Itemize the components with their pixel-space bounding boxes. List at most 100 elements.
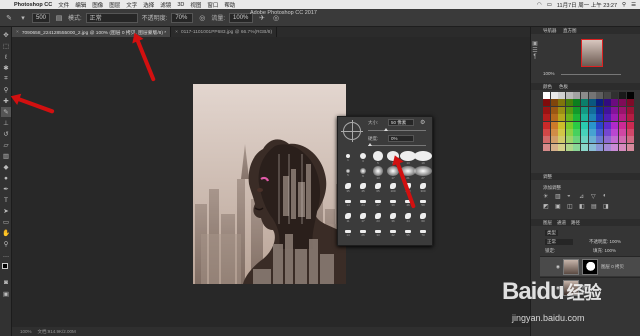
layer-row[interactable]: ◉ 图层 0: [540, 277, 640, 297]
document-canvas-image[interactable]: [193, 84, 346, 284]
menu-view[interactable]: 视图: [190, 1, 201, 9]
color-swatch[interactable]: [543, 114, 550, 122]
brush-preset[interactable]: 100: [386, 181, 400, 195]
brush-preset[interactable]: 23: [371, 211, 385, 225]
shape-tool-icon[interactable]: ▭: [1, 217, 11, 227]
brush-panel-toggle-icon[interactable]: ▤: [54, 13, 64, 23]
history-icon[interactable]: ▣: [530, 40, 540, 47]
status-zoom[interactable]: 100%: [20, 329, 32, 334]
tab-layers[interactable]: 图层: [543, 220, 552, 226]
color-swatch[interactable]: [558, 114, 566, 122]
color-swatch[interactable]: [581, 92, 588, 99]
settings-gear-icon[interactable]: ⚙: [420, 119, 425, 126]
color-swatch[interactable]: [619, 121, 626, 129]
brush-angle-preview[interactable]: [341, 120, 363, 142]
color-swatch[interactable]: [596, 129, 604, 136]
adjustment-icon[interactable]: ▣: [555, 203, 561, 210]
color-swatch[interactable]: [611, 143, 619, 151]
color-swatch[interactable]: [573, 114, 581, 122]
color-swatch[interactable]: [619, 106, 626, 114]
color-swatch[interactable]: [543, 129, 550, 136]
color-swatch[interactable]: [626, 106, 634, 114]
color-swatch[interactable]: [619, 143, 626, 151]
color-swatch[interactable]: [565, 136, 573, 144]
brush-preset[interactable]: 13: [371, 166, 385, 180]
color-swatch[interactable]: [626, 136, 634, 144]
color-swatch[interactable]: [543, 121, 550, 129]
color-swatch[interactable]: [573, 129, 581, 136]
color-swatch[interactable]: [611, 92, 619, 99]
color-swatch[interactable]: [626, 129, 634, 136]
color-swatch[interactable]: [543, 106, 550, 114]
tab-doc-1[interactable]: × 7090658_224128555000_2.jpg @ 100% (图层 0…: [12, 27, 172, 37]
menu-select[interactable]: 选择: [143, 1, 154, 9]
mode-select[interactable]: 正常: [85, 12, 138, 23]
adjustment-icon[interactable]: ◨: [603, 203, 609, 210]
navigator-zoom[interactable]: 100%: [543, 71, 555, 76]
tab-adjustments[interactable]: 调整: [543, 174, 552, 180]
tab-navigator[interactable]: 导航器: [543, 28, 557, 34]
tab-swatches[interactable]: 色板: [559, 84, 568, 90]
color-swatch[interactable]: [565, 129, 573, 136]
tab-channels[interactable]: 通道: [557, 220, 566, 226]
color-swatch[interactable]: [558, 143, 566, 151]
color-swatch[interactable]: [626, 99, 634, 107]
visibility-eye-icon[interactable]: ◉: [556, 285, 560, 291]
brush-preset[interactable]: 70: [416, 226, 430, 240]
color-swatch[interactable]: [603, 143, 611, 151]
color-swatch[interactable]: [573, 121, 581, 129]
brush-preset[interactable]: 39: [386, 196, 400, 210]
color-swatch[interactable]: [565, 121, 573, 129]
adjustment-icon[interactable]: ▽: [591, 193, 596, 200]
tab-paths[interactable]: 路径: [571, 220, 580, 226]
stamp-tool-icon[interactable]: ⊥: [1, 118, 11, 128]
adjustment-icon[interactable]: ⊿: [579, 193, 584, 200]
color-swatch[interactable]: [573, 92, 581, 99]
color-swatch[interactable]: [596, 99, 604, 107]
color-swatch[interactable]: [550, 99, 558, 107]
path-select-tool-icon[interactable]: ➤: [1, 206, 11, 216]
color-swatch[interactable]: [550, 136, 558, 144]
menu-file[interactable]: 文件: [58, 1, 69, 9]
blend-mode-select[interactable]: 正常: [545, 239, 573, 245]
wifi-icon[interactable]: ◠: [537, 2, 542, 8]
color-swatch[interactable]: [565, 114, 573, 122]
brush-preset[interactable]: 13: [400, 151, 416, 165]
color-swatch[interactable]: [558, 99, 566, 107]
color-swatch[interactable]: [565, 106, 573, 114]
color-swatch[interactable]: [619, 136, 626, 144]
screen-mode-icon[interactable]: ▣: [1, 289, 11, 299]
color-swatch[interactable]: [603, 114, 611, 122]
menu-filter[interactable]: 滤镜: [160, 1, 171, 9]
navigator-zoom-slider[interactable]: [561, 74, 621, 75]
color-swatch[interactable]: [550, 114, 558, 122]
color-swatch[interactable]: [626, 121, 634, 129]
color-swatch[interactable]: [581, 106, 588, 114]
color-swatch[interactable]: [558, 92, 566, 99]
color-swatch[interactable]: [588, 106, 596, 114]
menu-window[interactable]: 窗口: [207, 1, 218, 9]
color-swatch[interactable]: [550, 106, 558, 114]
brush-preset[interactable]: 17: [356, 211, 370, 225]
color-swatch[interactable]: [543, 92, 550, 99]
eyedropper-tool-icon[interactable]: ⚲: [1, 85, 11, 95]
brush-preset[interactable]: 9: [356, 166, 370, 180]
color-swatch[interactable]: [611, 106, 619, 114]
menu-image[interactable]: 图像: [92, 1, 103, 9]
layer-fill[interactable]: 填充: 100%: [593, 248, 616, 254]
menu-list-icon[interactable]: ☰: [631, 2, 636, 8]
color-swatch[interactable]: [588, 129, 596, 136]
size-slider-track[interactable]: [368, 130, 426, 131]
color-swatch[interactable]: [596, 114, 604, 122]
more-tools-icon[interactable]: …: [1, 250, 11, 260]
color-swatch[interactable]: [611, 114, 619, 122]
adjustment-icon[interactable]: ▤: [591, 203, 597, 210]
brush-preset[interactable]: 3: [356, 151, 370, 165]
dodge-tool-icon[interactable]: ●: [1, 173, 11, 183]
color-swatch[interactable]: [573, 106, 581, 114]
size-slider-thumb[interactable]: [384, 128, 388, 131]
color-swatch[interactable]: [619, 114, 626, 122]
clock[interactable]: 11月7日 周一 上午 23:27: [557, 1, 617, 9]
brush-preset[interactable]: 27: [414, 166, 432, 180]
color-swatch[interactable]: [596, 143, 604, 151]
